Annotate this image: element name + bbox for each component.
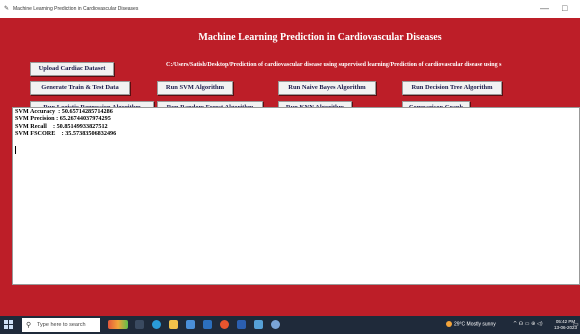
weather-text: 29°C Mostly sunny	[454, 321, 496, 328]
notification-icon[interactable]: ▭	[573, 321, 579, 328]
taskbar: ⚲ Type here to search 29°C Mostly sunny …	[0, 316, 580, 334]
output-textarea[interactable]: SVM Accuracy : 50.65714285714286 SVM Pre…	[12, 107, 580, 285]
window-title: Machine Learning Prediction in Cardiovas…	[13, 6, 139, 12]
search-placeholder: Type here to search	[37, 322, 86, 328]
feather-icon: ✎	[4, 6, 10, 12]
minimize-button[interactable]: —	[540, 3, 549, 13]
svm-recall-line: SVM Recall : 50.85149933827512	[15, 122, 108, 130]
run-decision-tree-button[interactable]: Run Decision Tree Algorithm	[402, 81, 502, 95]
taskbar-search-box[interactable]: ⚲ Type here to search	[22, 318, 100, 332]
svm-accuracy-line: SVM Accuracy : 50.65714285714286	[15, 108, 113, 115]
run-svm-button[interactable]: Run SVM Algorithm	[157, 81, 233, 95]
firefox-icon[interactable]	[220, 320, 229, 329]
maximize-button[interactable]: □	[562, 3, 567, 13]
svm-fscore-line: SVM FSCORE : 35.57383506832496	[15, 130, 117, 138]
run-naive-bayes-button[interactable]: Run Naive Bayes Algorithm	[278, 81, 376, 95]
weather-widget[interactable]: 29°C Mostly sunny	[446, 321, 496, 327]
system-tray-icons[interactable]: ^ ☊ ▭ ⊕ ◁)	[513, 321, 543, 327]
mail-icon[interactable]	[203, 320, 212, 329]
word-icon[interactable]	[237, 320, 246, 329]
task-view-icon[interactable]	[135, 320, 144, 329]
search-icon: ⚲	[26, 322, 32, 329]
start-button[interactable]	[4, 320, 14, 330]
store-icon[interactable]	[186, 320, 195, 329]
window-titlebar: ✎ Machine Learning Prediction in Cardiov…	[0, 0, 580, 18]
edge-browser-icon[interactable]	[152, 320, 161, 329]
app-heading: Machine Learning Prediction in Cardiovas…	[198, 32, 442, 43]
sun-icon	[446, 321, 452, 327]
python-app-icon[interactable]	[271, 320, 280, 329]
python-idle-icon[interactable]	[254, 320, 263, 329]
svm-precision-line: SVM Precision : 65.26744037974295	[15, 115, 111, 123]
text-caret	[15, 146, 16, 154]
upload-dataset-button[interactable]: Upload Cardiac Dataset	[30, 62, 114, 76]
file-explorer-icon[interactable]	[169, 320, 178, 329]
dataset-path-label: C:/Users/Satish/Desktop/Prediction of ca…	[166, 62, 502, 68]
news-widget-icon[interactable]	[108, 320, 128, 329]
generate-train-test-button[interactable]: Generate Train & Test Data	[30, 81, 130, 95]
